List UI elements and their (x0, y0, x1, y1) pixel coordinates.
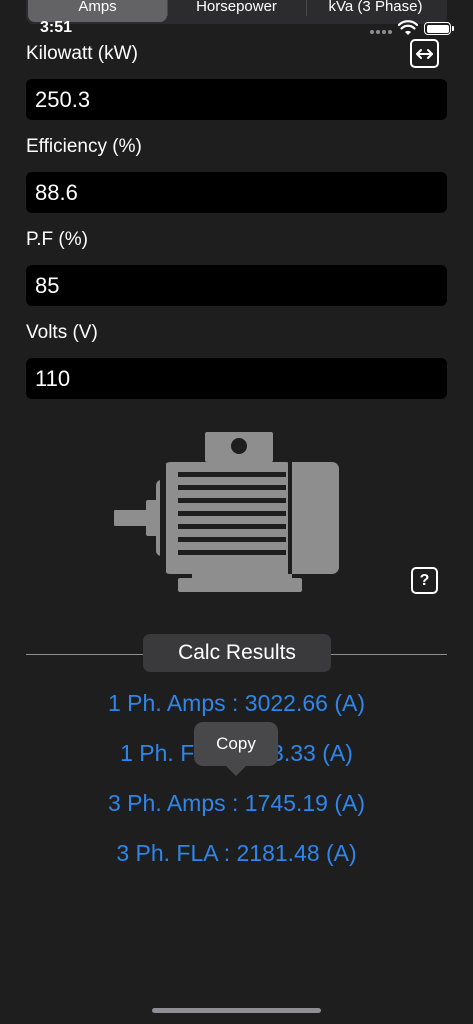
tab-kva-3-phase[interactable]: kVa (3 Phase) (306, 0, 445, 22)
tab-horsepower[interactable]: Horsepower (167, 0, 306, 22)
volts-label: Volts (V) (26, 322, 98, 343)
efficiency-input[interactable]: 88.6 (26, 172, 447, 213)
battery-icon (424, 22, 454, 35)
result-3ph-amps[interactable]: 3 Ph. Amps : 1745.19 (A) (0, 790, 473, 817)
result-1ph-fla-right: 3.33 (A) (271, 740, 353, 766)
question-icon: ? (419, 571, 430, 589)
copy-menu-item[interactable]: Copy (194, 722, 278, 766)
swap-horizontal-icon (416, 48, 433, 59)
power-factor-label: P.F (%) (26, 229, 88, 250)
swap-units-button[interactable] (410, 39, 439, 68)
cellular-signal-icon (370, 30, 392, 34)
result-1ph-amps[interactable]: 1 Ph. Amps : 3022.66 (A) (0, 690, 473, 717)
efficiency-label: Efficiency (%) (26, 136, 142, 157)
app-screen: Amps Horsepower kVa (3 Phase) 3:51 Kilow… (0, 0, 473, 1024)
wifi-icon (398, 20, 418, 35)
divider-right (331, 654, 447, 655)
home-indicator[interactable] (152, 1008, 321, 1013)
mode-segmented-control: Amps Horsepower kVa (3 Phase) (26, 0, 447, 24)
electric-motor-icon (114, 432, 339, 592)
result-3ph-fla[interactable]: 3 Ph. FLA : 2181.48 (A) (0, 840, 473, 867)
kilowatt-label: Kilowatt (kW) (26, 43, 138, 64)
kilowatt-input[interactable]: 250.3 (26, 79, 447, 120)
divider-left (26, 654, 143, 655)
copy-popup-arrow (226, 766, 246, 776)
volts-input[interactable]: 110 (26, 358, 447, 399)
help-button[interactable]: ? (411, 567, 438, 594)
calc-results-button[interactable]: Calc Results (143, 634, 331, 672)
status-time: 3:51 (40, 19, 73, 36)
power-factor-input[interactable]: 85 (26, 265, 447, 306)
